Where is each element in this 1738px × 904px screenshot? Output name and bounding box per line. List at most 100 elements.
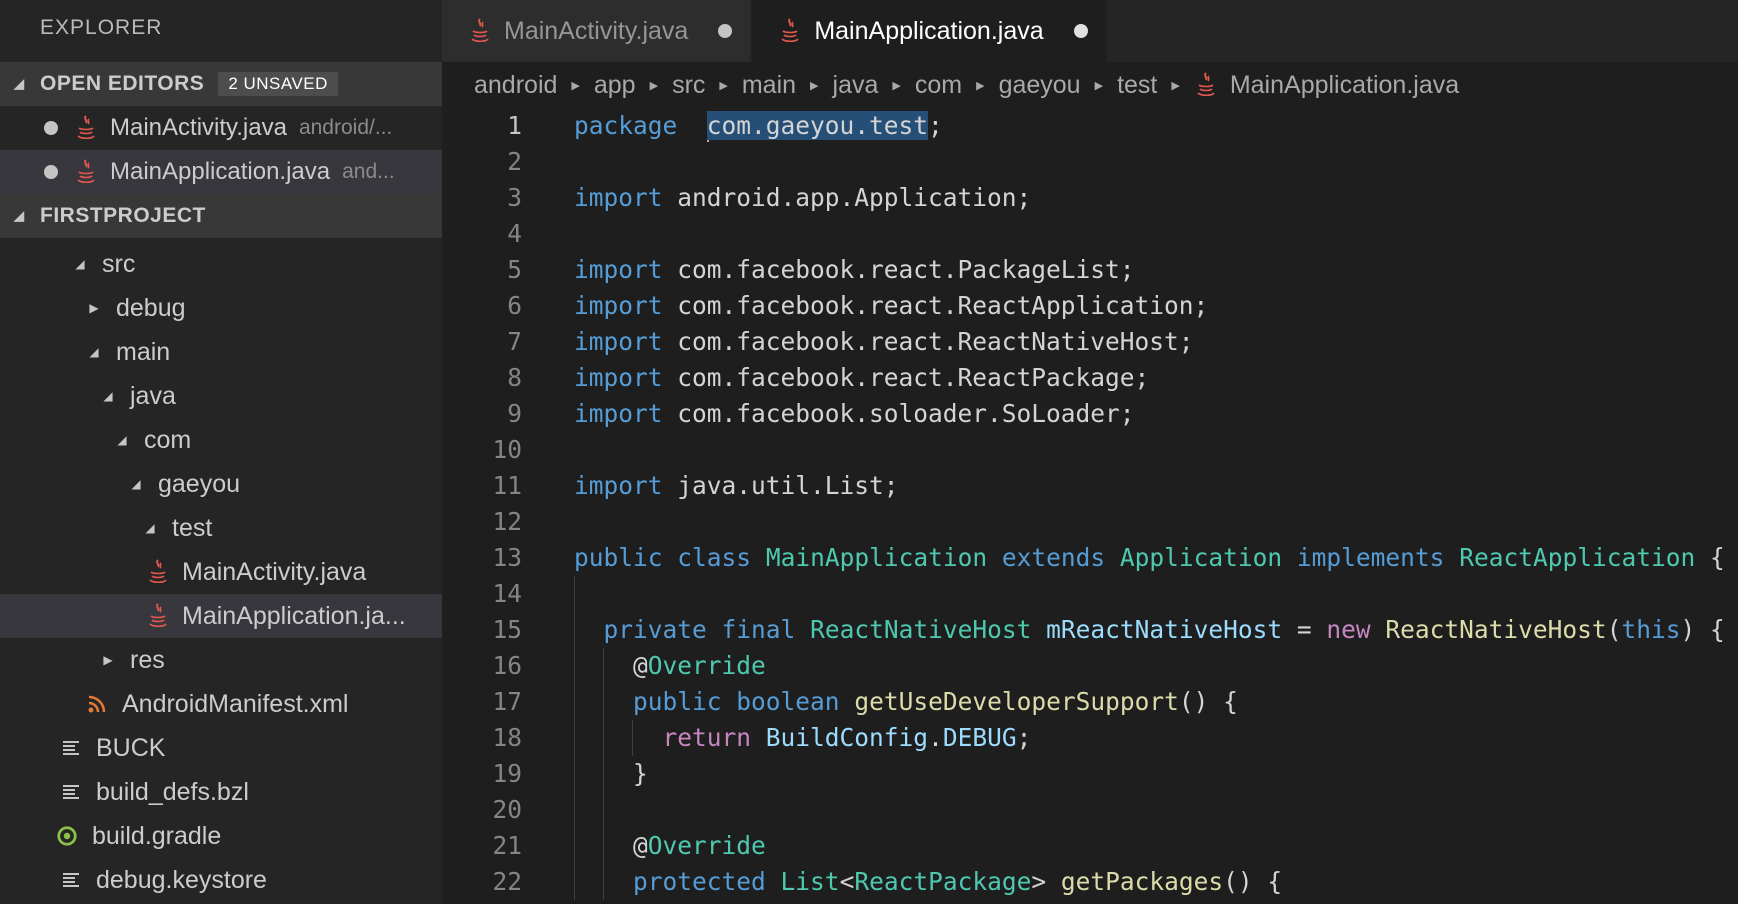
code-line[interactable]: 8 import com.facebook.react.ReactPackage;	[442, 360, 1738, 396]
line-number: 6	[507, 291, 522, 320]
tab-bar: MainActivity.java MainApplication.java	[442, 0, 1738, 62]
chevron-right-icon: ▶	[719, 79, 728, 92]
code-token: >	[1031, 867, 1061, 896]
code-line[interactable]: 10	[442, 432, 1738, 468]
code-token: ReactApplication	[1459, 543, 1696, 572]
explorer-title: EXPLORER	[40, 16, 163, 39]
code-token: extends	[1001, 543, 1106, 572]
indent-guide	[574, 612, 575, 648]
breadcrumb-item[interactable]: com	[915, 71, 962, 100]
code-line[interactable]: 15 private final ReactNativeHost mReactN…	[442, 612, 1738, 648]
code-line[interactable]: 7 import com.facebook.react.ReactNativeHo…	[442, 324, 1738, 360]
breadcrumb-item[interactable]: java	[833, 71, 879, 100]
tree-item[interactable]: ◢ gaeyou	[0, 462, 442, 506]
line-content: public boolean getUseDeveloperSupport() …	[522, 684, 1238, 720]
line-number: 10	[492, 435, 522, 464]
code-token: return	[662, 723, 752, 752]
chevron-right-icon: ▶	[1171, 79, 1180, 92]
text-file-icon	[60, 869, 82, 891]
breadcrumb-item[interactable]: gaeyou	[999, 71, 1081, 100]
open-editors-label: OPEN EDITORS	[40, 72, 205, 95]
tree-item[interactable]: MainActivity.java	[0, 550, 442, 594]
line-content: import com.facebook.react.ReactPackage;	[522, 360, 1149, 396]
code-line[interactable]: 11 import java.util.List;	[442, 468, 1738, 504]
code-token: DEBUG	[942, 723, 1017, 752]
chevron-right-icon: ▶	[89, 301, 99, 315]
tree-item[interactable]: ◢ java	[0, 374, 442, 418]
unsaved-dot-icon[interactable]	[1073, 24, 1088, 38]
tab-main-application[interactable]: MainApplication.java	[752, 0, 1106, 62]
tree-item[interactable]: debug.keystore	[0, 858, 442, 902]
line-number: 15	[492, 615, 522, 644]
tree-item-label: BUCK	[96, 733, 166, 762]
tree-item[interactable]: ◢ src	[0, 242, 442, 286]
code-token: ReactPackage	[854, 867, 1032, 896]
tree-item-label: res	[130, 645, 165, 674]
code-token: BuildConfig	[765, 723, 929, 752]
tree-item[interactable]: MainApplication.ja...	[0, 594, 442, 638]
tree-item[interactable]: build.gradle	[0, 814, 442, 858]
code-line[interactable]: 13 public class MainApplication extends A…	[442, 540, 1738, 576]
line-content: import com.facebook.react.ReactApplicati…	[522, 288, 1208, 324]
code-line[interactable]: 14	[442, 576, 1738, 612]
code-token: protected	[633, 867, 766, 896]
open-editors-header[interactable]: ◢ OPEN EDITORS 2 UNSAVED	[0, 62, 442, 106]
line-content: import com.facebook.react.ReactNativeHos…	[522, 324, 1194, 360]
code-token: public	[574, 543, 663, 572]
line-number: 8	[507, 363, 522, 392]
tree-item[interactable]: ▶ res	[0, 638, 442, 682]
code-line[interactable]: 17 public boolean getUseDeveloperSupport…	[442, 684, 1738, 720]
code-line[interactable]: 18 return BuildConfig.DEBUG;	[442, 720, 1738, 756]
java-icon	[74, 158, 98, 186]
code-line[interactable]: 20	[442, 792, 1738, 828]
breadcrumb-item[interactable]: app	[594, 71, 636, 100]
code-line[interactable]: 16 @Override	[442, 648, 1738, 684]
line-number: 11	[492, 471, 522, 500]
code-editor[interactable]: 1 package com.gaeyou.test; 2 3 import androi…	[442, 108, 1738, 904]
chevron-right-icon: ▶	[976, 79, 985, 92]
tree-item[interactable]: ◢ com	[0, 418, 442, 462]
code-line[interactable]: 12	[442, 504, 1738, 540]
open-editor-item[interactable]: MainActivity.java android/...	[0, 106, 442, 150]
line-number: 18	[492, 723, 522, 752]
breadcrumb-item[interactable]: MainApplication.java	[1230, 71, 1459, 100]
indent-guide	[603, 828, 604, 864]
code-token: import	[574, 183, 663, 212]
code-line[interactable]: 22 protected List<ReactPackage> getPacka…	[442, 864, 1738, 900]
breadcrumb-item[interactable]: test	[1117, 71, 1157, 100]
project-header[interactable]: ◢ FIRSTPROJECT	[0, 194, 442, 238]
indent-guide	[574, 576, 575, 612]
code-line[interactable]: 3 import android.app.Application;	[442, 180, 1738, 216]
line-content: import java.util.List;	[522, 468, 899, 504]
code-line[interactable]: 2	[442, 144, 1738, 180]
tree-item[interactable]: ▶ debug	[0, 286, 442, 330]
tree-item[interactable]: BUCK	[0, 726, 442, 770]
code-line[interactable]: 9 import com.facebook.soloader.SoLoader;	[442, 396, 1738, 432]
tree-item[interactable]: ◢ test	[0, 506, 442, 550]
unsaved-dot-icon[interactable]	[718, 24, 733, 38]
code-line[interactable]: 19 }	[442, 756, 1738, 792]
breadcrumb-item[interactable]: src	[672, 71, 705, 100]
tree-item[interactable]: ◢ main	[0, 330, 442, 374]
code-token: com.gaeyou.test	[706, 111, 929, 140]
tree-item[interactable]: AndroidManifest.xml	[0, 682, 442, 726]
code-line[interactable]: 1 package com.gaeyou.test;	[442, 108, 1738, 144]
code-line[interactable]: 21 @Override	[442, 828, 1738, 864]
code-token: <	[839, 867, 855, 896]
code-line[interactable]: 5 import com.facebook.react.PackageList;	[442, 252, 1738, 288]
code-token: () {	[1223, 867, 1283, 896]
line-number: 7	[507, 327, 522, 356]
breadcrumb-item[interactable]: main	[742, 71, 796, 100]
code-line[interactable]: 4	[442, 216, 1738, 252]
line-content: import android.app.Application;	[522, 180, 1031, 216]
breadcrumb-item[interactable]: android	[474, 71, 557, 100]
code-token: {	[1695, 543, 1725, 572]
gradle-icon	[56, 825, 78, 847]
code-line[interactable]: 6 import com.facebook.react.ReactApplicat…	[442, 288, 1738, 324]
open-editor-item[interactable]: MainApplication.java and...	[0, 150, 442, 194]
tab-main-activity[interactable]: MainActivity.java	[442, 0, 751, 62]
chevron-right-icon: ▶	[810, 79, 819, 92]
tree-item[interactable]: build_defs.bzl	[0, 770, 442, 814]
line-number: 20	[492, 795, 522, 824]
